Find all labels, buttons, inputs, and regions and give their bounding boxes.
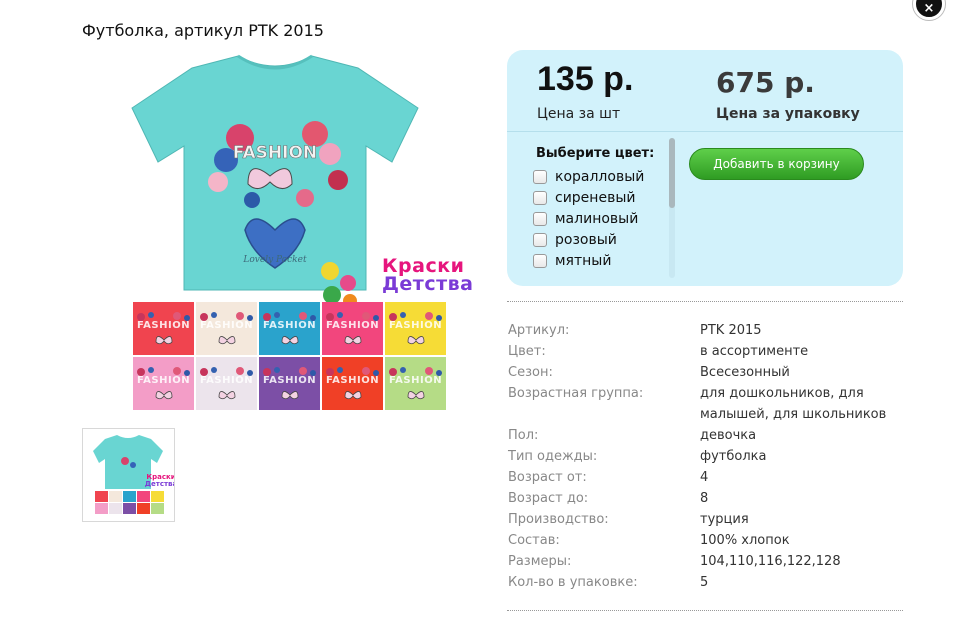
spec-row: Размеры: 104,110,116,122,128 [508,551,903,572]
color-checkbox[interactable] [533,253,547,268]
color-select-list: Выберите цвет: коралловый сиреневый мали… [529,140,674,274]
unit-price: 135 р. [537,60,634,98]
spec-key: Возраст от: [508,470,587,485]
svg-text:Lovely Pocket: Lovely Pocket [242,255,307,265]
swatch-print-text: FASHION [389,320,443,331]
scrollbar-thumb[interactable] [669,138,675,208]
color-variant-swatch: FASHION [322,302,383,355]
spec-key: Производство: [508,512,609,527]
swatch-print-text: FASHION [326,320,380,331]
color-option-label: сиреневый [555,189,636,206]
spec-value: 104,110,116,122,128 [700,554,841,569]
color-option-label: малиновый [555,210,639,227]
spec-row: Сезон: Всесезонный [508,362,903,383]
spec-key: Возрастная группа: [508,386,644,401]
color-option-label: коралловый [555,168,645,185]
product-main-image: FASHION Lovely Pocket Краски Детства FAS… [130,50,490,414]
unit-price-label: Цена за шт [537,106,621,122]
color-checkbox[interactable] [533,232,547,247]
swatch-print-text: FASHION [137,375,191,386]
swatch-print-text: FASHION [200,375,254,386]
spec-row: Возраст до: 8 [508,488,903,509]
spec-value: для дошкольников, для малышей, для школь… [700,386,887,422]
spec-value: PTK 2015 [700,323,762,338]
color-variant-swatch: FASHION [196,357,257,410]
color-variant-swatch: FASHION [196,302,257,355]
spec-value: в ассортименте [700,344,809,359]
spec-value: девочка [700,428,757,443]
price-header: 135 р. Цена за шт 675 р. Цена за упаковк… [507,50,903,132]
color-variant-swatch: FASHION [133,302,194,355]
color-option[interactable]: сиреневый [533,187,635,208]
spec-value: 100% хлопок [700,533,790,548]
spec-key: Тип одежды: [508,449,598,464]
color-variant-swatch: FASHION [385,302,446,355]
spec-key: Цвет: [508,344,546,359]
color-list-scrollbar[interactable] [669,138,675,278]
close-button[interactable]: × [913,0,945,20]
color-variant-swatch: FASHION [133,357,194,410]
tshirt-image: FASHION Lovely Pocket [131,54,419,291]
spec-key: Кол-во в упаковке: [508,575,638,590]
spec-value: футболка [700,449,767,464]
pack-price-label: Цена за упаковку [716,106,860,122]
color-variants-grid: FASHION FASHION FASHION FASHION FASHION FASHI… [133,302,446,410]
spec-row: Кол-во в упаковке: 5 [508,572,903,593]
spec-key: Пол: [508,428,539,443]
swatch-print-text: FASHION [263,320,317,331]
color-select-title: Выберите цвет: [536,146,655,161]
page-title: Футболка, артикул PTK 2015 [82,21,324,40]
pack-price: 675 р. [716,66,815,99]
product-thumbnail[interactable]: Краски Детства [82,428,177,522]
swatch-print-text: FASHION [200,320,254,331]
swatch-print-text: FASHION [137,320,191,331]
spec-value: турция [700,512,749,527]
spec-key: Состав: [508,533,560,548]
spec-row: Цвет: в ассортименте [508,341,903,362]
spec-key: Сезон: [508,365,553,380]
spec-row: Артикул: PTK 2015 [508,320,903,341]
spec-row: Производство: турция [508,509,903,530]
price-panel: 135 р. Цена за шт 675 р. Цена за упаковк… [507,50,903,286]
color-variant-swatch: FASHION [259,302,320,355]
color-option[interactable]: мятный [533,250,611,271]
color-checkbox[interactable] [533,211,547,226]
swatch-print-text: FASHION [263,375,317,386]
brand-logo: Краски Детства [382,255,474,295]
add-to-cart-button[interactable]: Добавить в корзину [689,148,864,180]
swatch-print-text: FASHION [389,375,443,386]
color-checkbox[interactable] [533,190,547,205]
spec-key: Размеры: [508,554,572,569]
color-option-label: розовый [555,231,617,248]
product-specs: Артикул: PTK 2015 Цвет: в ассортименте Сез… [508,320,903,593]
spec-value: 8 [700,491,709,506]
color-variant-swatch: FASHION [259,357,320,410]
spec-value: 4 [700,470,709,485]
spec-value: 5 [700,575,709,590]
spec-row: Тип одежды: футболка [508,446,903,467]
color-checkbox[interactable] [533,169,547,184]
spec-value: Всесезонный [700,365,790,380]
color-option[interactable]: коралловый [533,166,644,187]
spec-row: Возраст от: 4 [508,467,903,488]
svg-text:Детства: Детства [145,480,174,488]
svg-text:FASHION: FASHION [233,143,317,163]
color-option[interactable]: малиновый [533,208,638,229]
spec-row: Возрастная группа: для дошкольников, для … [508,383,903,425]
color-variant-swatch: FASHION [322,357,383,410]
swatch-print-text: FASHION [326,375,380,386]
thumbnail-image: Краски Детства [93,435,177,514]
divider [507,610,903,611]
divider [507,301,903,302]
color-option-label: мятный [555,252,612,269]
color-variant-swatch: FASHION [385,357,446,410]
spec-row: Состав: 100% хлопок [508,530,903,551]
spec-key: Возраст до: [508,491,589,506]
spec-row: Пол: девочка [508,425,903,446]
color-option[interactable]: розовый [533,229,617,250]
spec-key: Артикул: [508,323,570,338]
